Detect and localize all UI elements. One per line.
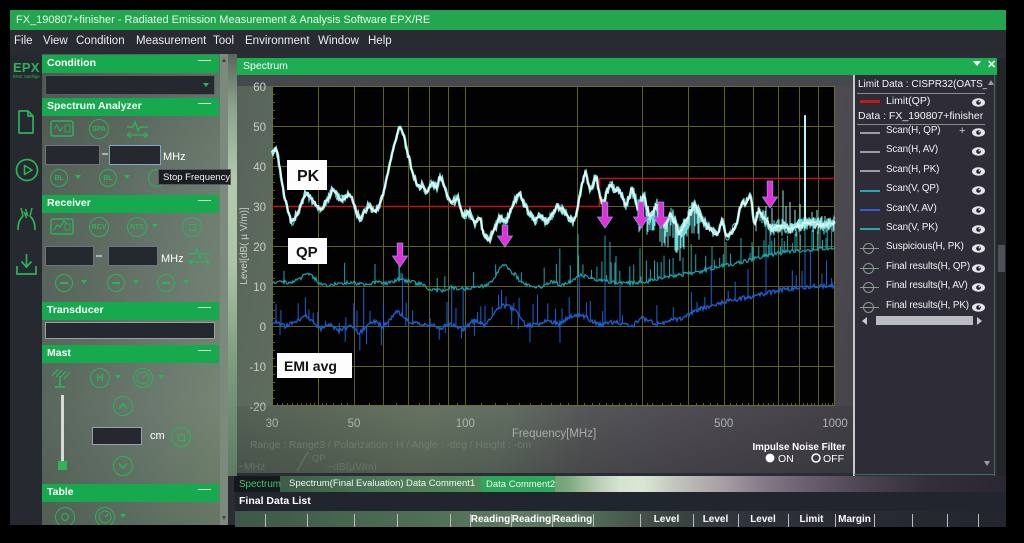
svg-text:20: 20 — [253, 242, 266, 254]
svg-text:50: 50 — [253, 122, 266, 134]
svg-text:10: 10 — [253, 282, 266, 294]
svg-text:0: 0 — [260, 322, 266, 334]
svg-text:OFF: OFF — [823, 453, 844, 465]
svg-text:-10: -10 — [249, 362, 266, 374]
svg-text:PK: PK — [297, 168, 320, 185]
svg-text:QP: QP — [296, 244, 318, 261]
svg-text:ON: ON — [778, 453, 794, 465]
svg-text:40: 40 — [253, 162, 266, 174]
svg-text:EMI avg: EMI avg — [284, 358, 337, 374]
svg-text:Impulse Noise Filter: Impulse Noise Filter — [752, 442, 845, 453]
svg-text:30: 30 — [253, 202, 266, 214]
svg-text:Level[dB( µ V/m)]: Level[dB( µ V/m)] — [239, 207, 250, 285]
svg-text:60: 60 — [253, 82, 266, 94]
